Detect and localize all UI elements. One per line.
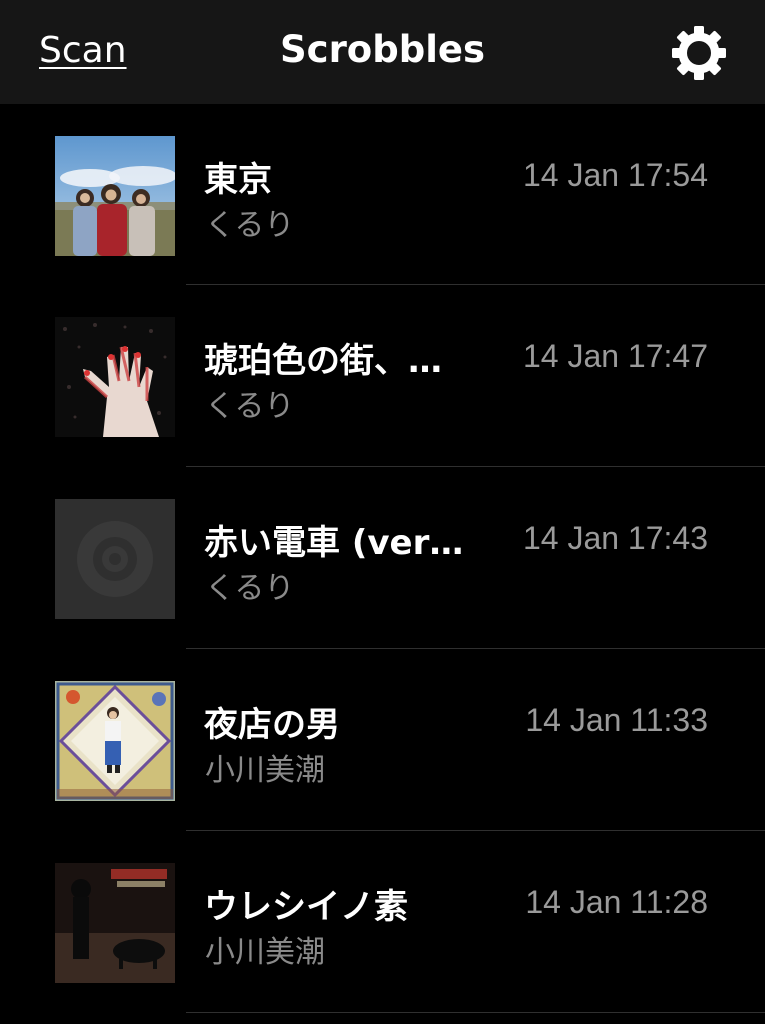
track-artist: 小川美潮 [205,935,325,970]
track-title: ウレシイノ素 [204,887,408,927]
album-artwork [55,863,175,983]
scrobble-row[interactable]: 東京 くるり 14 Jan 17:54 [0,104,765,285]
scrobble-row[interactable]: 琥珀色の街、… くるり 14 Jan 17:47 [0,285,765,467]
scrobble-row[interactable]: 赤い電車 (ver… くるり 14 Jan 17:43 [0,467,765,649]
track-title: 東京 [204,160,272,200]
scrobble-list: 東京 くるり 14 Jan 17:54 琥珀色の街、… くるり 14 Jan 1… [0,104,765,1013]
scrobble-row[interactable]: 夜店の男 小川美潮 14 Jan 11:33 [0,649,765,831]
track-title: 夜店の男 [204,705,340,745]
track-artist: くるり [205,389,295,424]
scrobble-time: 14 Jan 11:33 [525,702,708,738]
row-separator [186,1012,765,1013]
placeholder-disc-icon [55,499,175,619]
track-artist: くるり [205,571,295,606]
track-artist: くるり [205,208,295,243]
album-artwork [55,317,175,437]
page-title: Scrobbles [279,28,486,71]
scrobble-time: 14 Jan 17:43 [522,520,708,556]
track-title: 赤い電車 (ver… [204,523,464,563]
scrobbles-screen: Scan Scrobbles 東京 くるり 14 Jan 17:54 琥珀色の街… [0,0,765,1024]
scrobble-time: 14 Jan 11:28 [525,884,708,920]
gear-icon[interactable] [671,25,727,81]
album-artwork [55,681,175,801]
navigation-bar: Scan Scrobbles [0,0,765,104]
scrobble-time: 14 Jan 17:47 [522,338,708,374]
scrobble-time: 14 Jan 17:54 [522,157,708,193]
track-artist: 小川美潮 [205,753,325,788]
track-title: 琥珀色の街、… [204,341,442,381]
scrobble-row[interactable]: ウレシイノ素 小川美潮 14 Jan 11:28 [0,831,765,1013]
album-artwork [55,136,175,256]
